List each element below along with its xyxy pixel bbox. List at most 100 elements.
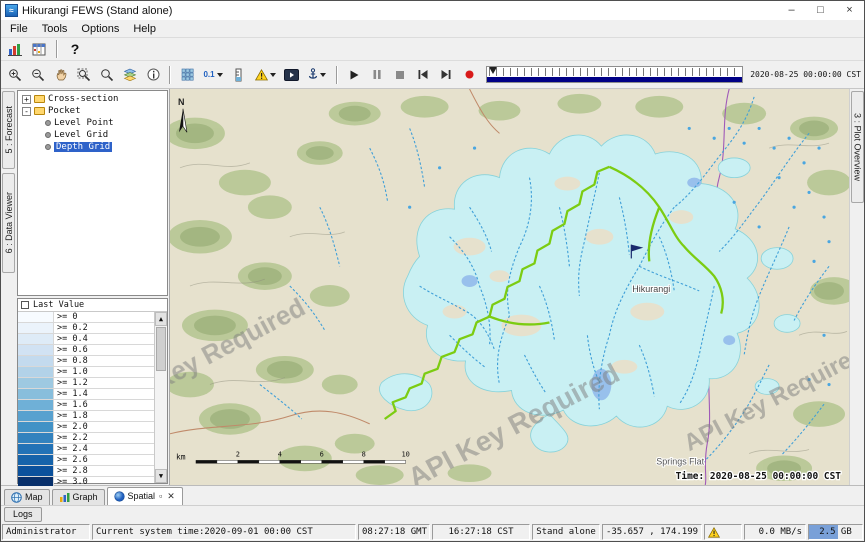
main-toolbar: ?	[1, 38, 864, 61]
stop-button[interactable]	[389, 64, 411, 85]
info-icon	[147, 68, 160, 81]
folder-icon	[34, 95, 45, 103]
logs-button[interactable]: Logs	[4, 507, 42, 522]
tab-spatial[interactable]: Spatial ▫ ✕	[107, 487, 183, 505]
toolbar-separator	[169, 66, 171, 84]
legend-value: >= 2.6	[54, 455, 88, 465]
legend-value: >= 0	[54, 312, 77, 322]
tree-item-depth-grid[interactable]: Depth Grid	[18, 141, 167, 153]
tree-item-cross-section[interactable]: + Cross-section	[18, 93, 167, 105]
time-slider[interactable]	[486, 66, 743, 83]
time-slider-ticks	[489, 68, 740, 76]
tab-map[interactable]: Map	[4, 489, 50, 505]
pan-button[interactable]	[50, 64, 72, 85]
legend-swatch	[18, 345, 54, 355]
maximize-button[interactable]: □	[806, 1, 835, 20]
tree-item-level-point[interactable]: Level Point	[18, 117, 167, 129]
left-tab-strip: 5 : Forecast 6 : Data Viewer	[1, 89, 16, 485]
map-time-overlay: Time: 2020-08-25 00:00:00 CST	[676, 471, 842, 482]
display-button-2[interactable]	[28, 39, 50, 60]
tree-item-pocket[interactable]: - Pocket	[18, 105, 167, 117]
help-button[interactable]: ?	[64, 39, 86, 60]
tree-item-level-grid[interactable]: Level Grid	[18, 129, 167, 141]
zoom-in-button[interactable]	[4, 64, 26, 85]
class-interval-dropdown[interactable]: 0.1	[199, 64, 227, 85]
legend-value: >= 1.8	[54, 411, 88, 421]
tab-forecast[interactable]: 5 : Forecast	[2, 91, 15, 169]
chevron-down-icon	[320, 73, 326, 77]
step-back-button[interactable]	[412, 64, 434, 85]
legend-value: >= 2.0	[54, 422, 88, 432]
zoom-extent-button[interactable]	[73, 64, 95, 85]
animation-display-button[interactable]	[280, 64, 302, 85]
legend-swatch	[18, 444, 54, 454]
legend-row: >= 1.8	[18, 411, 154, 422]
layers-icon	[123, 68, 137, 81]
record-button[interactable]	[458, 64, 480, 85]
grid-icon	[181, 68, 194, 81]
current-time-label: 2020-08-25 00:00:00 CST	[749, 70, 864, 79]
play-icon	[348, 69, 360, 81]
layer-node-icon	[45, 132, 51, 138]
info-button[interactable]	[142, 64, 164, 85]
legend-panel: Last Value >= 0 >= 0.2 >= 0.4 >= 0.6 >= …	[17, 298, 168, 484]
close-button[interactable]: ×	[835, 1, 864, 20]
menu-options[interactable]: Options	[74, 22, 126, 36]
legend-row: >= 0	[18, 312, 154, 323]
legend-header: Last Value	[18, 299, 167, 312]
svg-text:km: km	[176, 452, 186, 461]
svg-text:8: 8	[362, 450, 366, 458]
display-button-1[interactable]	[4, 39, 26, 60]
grid-display-button[interactable]	[176, 64, 198, 85]
panel-close-icon[interactable]: ✕	[166, 492, 176, 501]
map-viewport[interactable]: API Key Required API Key Required API Ke…	[170, 89, 849, 485]
pan-hand-icon	[55, 68, 68, 81]
gauge-scale-button[interactable]	[228, 64, 250, 85]
zoom-out-button[interactable]	[27, 64, 49, 85]
step-forward-button[interactable]	[435, 64, 457, 85]
legend-value: >= 2.8	[54, 466, 88, 476]
time-slider-handle[interactable]	[489, 67, 497, 74]
tab-data-viewer[interactable]: 6 : Data Viewer	[2, 173, 15, 273]
menu-tools[interactable]: Tools	[35, 22, 75, 36]
last-value-checkbox[interactable]	[21, 301, 29, 309]
pause-button[interactable]	[366, 64, 388, 85]
thresholds-dropdown[interactable]	[251, 64, 279, 85]
status-memory-gauge: 2.5 GB	[808, 524, 863, 540]
scrollbar-thumb[interactable]	[156, 327, 166, 371]
status-time-gmt: 08:27:18 GMT	[358, 524, 430, 540]
status-warnings[interactable]	[704, 524, 742, 540]
legend-value: >= 0.2	[54, 323, 88, 333]
legend-value: >= 1.2	[54, 378, 88, 388]
logs-row: Logs	[1, 505, 864, 523]
memory-value: 2.5 GB	[809, 527, 862, 537]
anchor-pin-icon	[308, 68, 318, 81]
scroll-up-icon[interactable]: ▲	[155, 312, 167, 326]
collapse-icon[interactable]: -	[22, 107, 31, 116]
legend-row: >= 0.8	[18, 356, 154, 367]
skip-end-icon	[440, 69, 452, 80]
minimize-button[interactable]: –	[777, 1, 806, 20]
skip-start-icon	[417, 69, 429, 80]
scroll-down-icon[interactable]: ▼	[155, 469, 167, 483]
legend-row: >= 1.0	[18, 367, 154, 378]
layers-button[interactable]	[119, 64, 141, 85]
legend-swatch	[18, 422, 54, 432]
tab-spatial-label: Spatial	[128, 491, 156, 501]
menu-help[interactable]: Help	[126, 22, 163, 36]
menu-file[interactable]: File	[3, 22, 35, 36]
zoom-in-icon	[8, 68, 22, 82]
status-bar: Administrator Current system time:2020-0…	[1, 523, 864, 541]
record-icon	[464, 69, 475, 80]
legend-swatch	[18, 334, 54, 344]
panel-maximize-icon[interactable]: ▫	[158, 492, 163, 501]
expand-icon[interactable]: +	[22, 95, 31, 104]
tab-plot-overview[interactable]: 3 : Plot Overview	[851, 91, 864, 203]
zoom-previous-button[interactable]	[96, 64, 118, 85]
marker-tool-dropdown[interactable]	[303, 64, 331, 85]
tab-graph[interactable]: Graph	[52, 489, 105, 505]
legend-scrollbar[interactable]: ▲ ▼	[154, 312, 167, 483]
tab-data-viewer-label: 6 : Data Viewer	[4, 192, 14, 253]
legend-value: >= 0.4	[54, 334, 88, 344]
play-button[interactable]	[343, 64, 365, 85]
